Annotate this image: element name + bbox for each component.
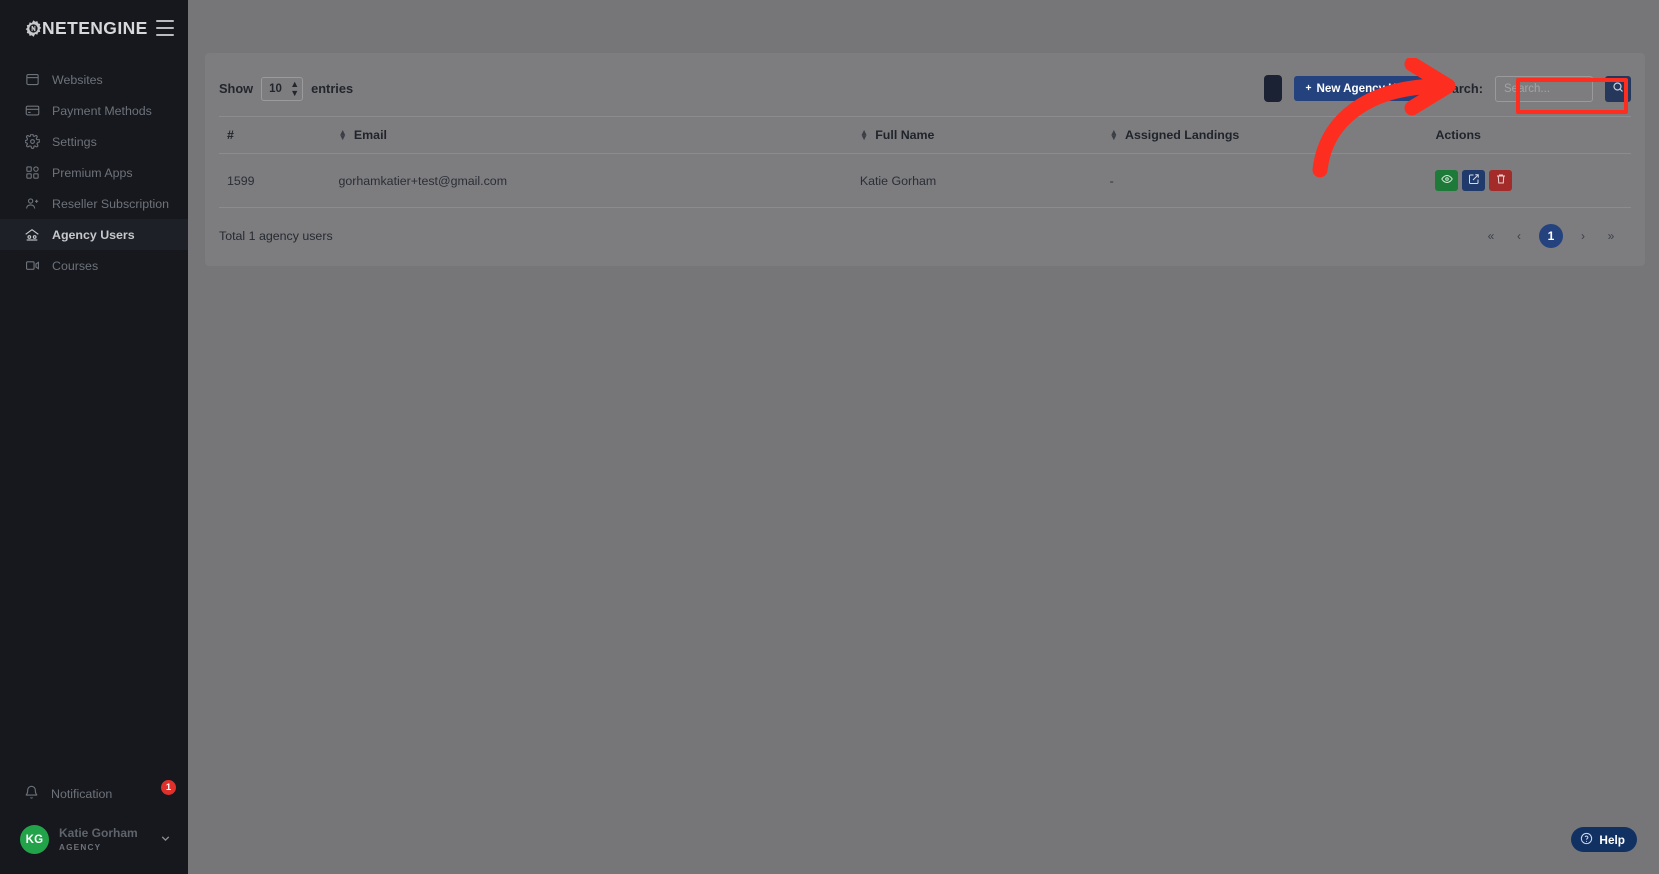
agency-users-card: Show 10 ▲ ▼ entries New Agency User Sear… (205, 53, 1645, 266)
pagination-page-1[interactable]: 1 (1539, 224, 1563, 248)
gear-icon (25, 19, 42, 37)
delete-button[interactable] (1489, 170, 1513, 191)
user-profile[interactable]: KG Katie Gorham AGENCY (0, 819, 188, 860)
trash-icon (1495, 173, 1507, 188)
search-icon (1612, 81, 1624, 96)
user-role: AGENCY (59, 842, 102, 852)
show-label: Show (219, 81, 254, 96)
chevron-down-icon[interactable] (159, 832, 178, 848)
search-button[interactable] (1605, 75, 1631, 102)
notification-badge: 1 (161, 780, 176, 795)
agency-users-table: # ▲ ▼ Email ▲ ▼ Full Name ▲ ▼ Assigned L… (219, 116, 1631, 208)
sidebar-item-reseller-subscription[interactable]: Reseller Subscription (0, 188, 188, 219)
secondary-button[interactable] (1263, 75, 1282, 102)
sidebar-item-websites[interactable]: Websites (0, 64, 188, 95)
sidebar-item-label: Reseller Subscription (52, 196, 170, 211)
video-icon (24, 258, 40, 274)
entries-value: 10 (269, 82, 282, 95)
sidebar-footer: Notification 1 KG Katie Gorham AGENCY (0, 777, 188, 874)
sort-icon: ▲ ▼ (859, 127, 869, 142)
cell-actions (1435, 153, 1631, 208)
cell-full-name: Katie Gorham (859, 153, 1110, 208)
sidebar: NETENGINE Websites Payment Methods Setti… (0, 0, 188, 874)
pagination-prev[interactable]: ‹ (1511, 228, 1527, 244)
new-agency-user-button[interactable]: New Agency User (1293, 76, 1425, 101)
total-count-text: Total 1 agency users (219, 229, 333, 243)
sidebar-item-premium-apps[interactable]: Premium Apps (0, 157, 188, 188)
entries-label: entries (311, 81, 354, 96)
sidebar-item-settings[interactable]: Settings (0, 126, 188, 157)
pagination: « ‹ 1 › » (1483, 224, 1631, 248)
sidebar-item-label: Websites (52, 72, 103, 87)
show-entries-control: Show 10 ▲ ▼ entries (219, 76, 354, 101)
notification-item[interactable]: Notification 1 (0, 777, 188, 811)
row-action-group (1435, 170, 1631, 191)
table-body: 1599 gorhamkatier+test@gmail.com Katie G… (219, 153, 1631, 208)
table-toolbar: Show 10 ▲ ▼ entries New Agency User Sear… (219, 75, 1631, 116)
sidebar-item-payment-methods[interactable]: Payment Methods (0, 95, 188, 126)
apps-icon (24, 165, 40, 181)
pagination-next[interactable]: › (1575, 228, 1591, 244)
sidebar-item-label: Premium Apps (52, 165, 133, 180)
user-name: Katie Gorham (59, 825, 138, 840)
column-header-full-name[interactable]: ▲ ▼ Full Name (859, 116, 1110, 154)
column-label: Full Name (875, 128, 935, 142)
sidebar-item-label: Courses (52, 258, 99, 273)
gear-icon (24, 134, 40, 150)
column-header-id[interactable]: # (219, 116, 339, 154)
hamburger-icon[interactable] (155, 20, 174, 36)
search-label: Search: (1436, 81, 1483, 96)
new-agency-user-label: New Agency User (1316, 82, 1415, 95)
plus-icon (1304, 82, 1313, 95)
column-label: Assigned Landings (1125, 128, 1240, 142)
column-header-assigned-landings[interactable]: ▲ ▼ Assigned Landings (1109, 116, 1436, 154)
agency-icon (24, 227, 40, 243)
sort-icon: ▲ ▼ (1109, 127, 1119, 142)
notification-label: Notification (51, 787, 113, 801)
sort-icon: ▲ ▼ (338, 127, 347, 142)
pencil-square-icon (1468, 173, 1480, 188)
column-header-actions: Actions (1435, 116, 1631, 154)
pagination-last[interactable]: » (1603, 228, 1619, 244)
avatar: KG (20, 825, 49, 854)
window-icon (24, 72, 40, 88)
brand-logo[interactable]: NETENGINE (24, 18, 148, 39)
column-label: Email (353, 128, 387, 142)
toolbar-actions: New Agency User Search: (1263, 75, 1631, 102)
sidebar-nav: Websites Payment Methods Settings Premiu… (0, 64, 188, 281)
pagination-first[interactable]: « (1483, 228, 1499, 244)
chevron-updown-icon: ▲ ▼ (290, 78, 299, 98)
cell-assigned-landings: - (1109, 153, 1436, 208)
edit-button[interactable] (1462, 170, 1486, 191)
table-header-row: # ▲ ▼ Email ▲ ▼ Full Name ▲ ▼ Assigned L… (219, 116, 1631, 154)
main-content: Show 10 ▲ ▼ entries New Agency User Sear… (188, 0, 1659, 874)
sidebar-item-courses[interactable]: Courses (0, 250, 188, 281)
sidebar-item-label: Payment Methods (52, 103, 152, 118)
sidebar-item-label: Agency Users (52, 227, 135, 242)
column-label: # (227, 128, 234, 142)
eye-icon (1441, 173, 1453, 188)
column-header-email[interactable]: ▲ ▼ Email (338, 116, 860, 154)
table-row: 1599 gorhamkatier+test@gmail.com Katie G… (219, 153, 1631, 208)
question-circle-icon (1580, 832, 1593, 848)
table-footer: Total 1 agency users « ‹ 1 › » (219, 208, 1631, 256)
sidebar-item-agency-users[interactable]: Agency Users (0, 219, 188, 250)
user-meta: Katie Gorham AGENCY (59, 825, 138, 852)
credit-card-icon (24, 103, 40, 119)
bell-icon (24, 785, 39, 803)
app-root: NETENGINE Websites Payment Methods Setti… (0, 0, 1659, 874)
help-label: Help (1599, 832, 1625, 847)
search-input[interactable] (1495, 75, 1593, 102)
sidebar-item-label: Settings (52, 134, 97, 149)
brand-name: NETENGINE (42, 17, 148, 38)
cell-id: 1599 (219, 153, 339, 208)
entries-select[interactable]: 10 ▲ ▼ (261, 76, 304, 101)
user-plus-icon (24, 196, 40, 212)
table-head: # ▲ ▼ Email ▲ ▼ Full Name ▲ ▼ Assigned L… (219, 116, 1631, 154)
cell-email: gorhamkatier+test@gmail.com (338, 153, 860, 208)
brand-header: NETENGINE (0, 0, 188, 56)
column-label: Actions (1435, 128, 1481, 142)
help-button[interactable]: Help (1571, 827, 1637, 852)
view-button[interactable] (1435, 170, 1459, 191)
